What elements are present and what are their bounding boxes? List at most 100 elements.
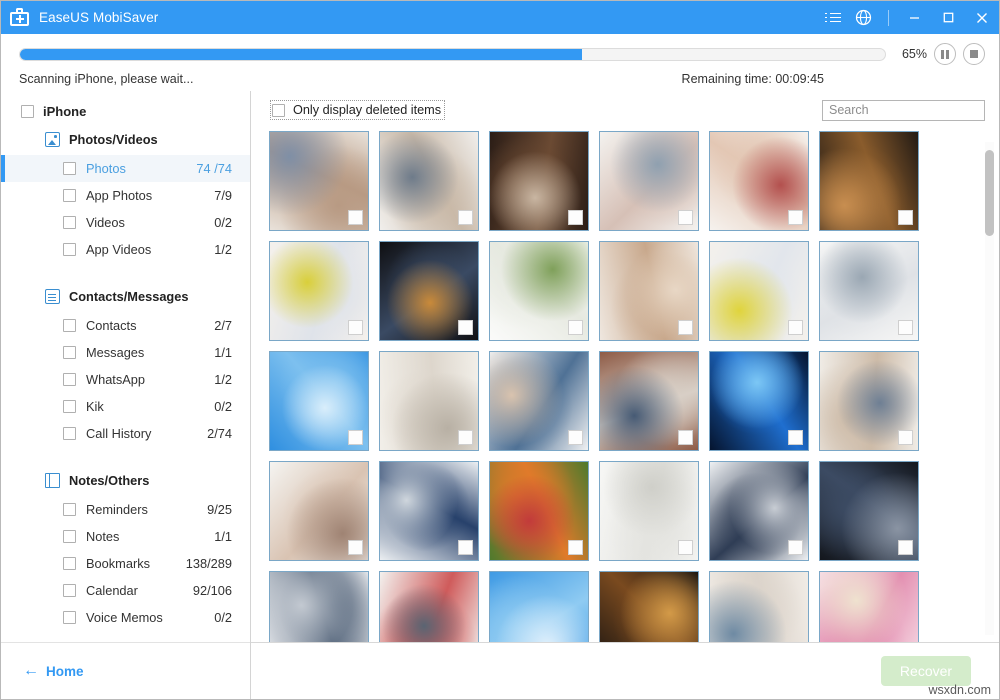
thumbnail-checkbox[interactable] bbox=[568, 430, 583, 445]
thumbnail-item[interactable] bbox=[489, 351, 589, 451]
sidebar-item-contacts[interactable]: Contacts 2/7 bbox=[1, 312, 250, 339]
thumbnail-checkbox[interactable] bbox=[678, 210, 693, 225]
thumbnail-checkbox[interactable] bbox=[348, 320, 363, 335]
thumbnail-checkbox[interactable] bbox=[568, 210, 583, 225]
thumbnail-item[interactable] bbox=[599, 461, 699, 561]
sidebar-item-kik[interactable]: Kik 0/2 bbox=[1, 393, 250, 420]
scrollbar-thumb[interactable] bbox=[985, 150, 994, 236]
thumbnail-checkbox[interactable] bbox=[788, 210, 803, 225]
pause-scan-button[interactable] bbox=[934, 43, 956, 65]
thumbnail-item[interactable] bbox=[599, 241, 699, 341]
thumbnail-checkbox[interactable] bbox=[898, 540, 913, 555]
thumbnail-checkbox[interactable] bbox=[348, 540, 363, 555]
item-checkbox-notes[interactable] bbox=[63, 530, 76, 543]
item-checkbox-app-videos[interactable] bbox=[63, 243, 76, 256]
thumbnail-item[interactable] bbox=[269, 461, 369, 561]
thumbnail-checkbox[interactable] bbox=[788, 430, 803, 445]
sidebar-item-photos[interactable]: Photos 74 /74 bbox=[1, 155, 250, 182]
sidebar-item-calendar[interactable]: Calendar 92/106 bbox=[1, 577, 250, 604]
thumbnail-checkbox[interactable] bbox=[788, 540, 803, 555]
home-button[interactable]: ← Home bbox=[23, 662, 84, 680]
sidebar-item-call-history[interactable]: Call History 2/74 bbox=[1, 420, 250, 447]
item-checkbox-calendar[interactable] bbox=[63, 584, 76, 597]
thumbnail-checkbox[interactable] bbox=[348, 210, 363, 225]
thumbnail-item[interactable] bbox=[269, 241, 369, 341]
thumbnail-checkbox[interactable] bbox=[898, 210, 913, 225]
sidebar-item-reminders[interactable]: Reminders 9/25 bbox=[1, 496, 250, 523]
thumbnail-item[interactable] bbox=[819, 131, 919, 231]
sidebar-item-bookmarks[interactable]: Bookmarks 138/289 bbox=[1, 550, 250, 577]
globe-icon[interactable] bbox=[848, 1, 878, 34]
only-deleted-checkbox[interactable] bbox=[272, 103, 285, 117]
thumbnail-item[interactable] bbox=[379, 461, 479, 561]
thumbnail-checkbox[interactable] bbox=[898, 430, 913, 445]
root-checkbox[interactable] bbox=[21, 104, 34, 118]
thumbnail-item[interactable] bbox=[819, 351, 919, 451]
thumbnail-item[interactable] bbox=[489, 461, 589, 561]
thumbnail-item[interactable] bbox=[599, 351, 699, 451]
item-checkbox-app-photos[interactable] bbox=[63, 189, 76, 202]
sidebar-item-videos[interactable]: Videos 0/2 bbox=[1, 209, 250, 236]
maximize-button[interactable] bbox=[931, 1, 965, 34]
close-button[interactable] bbox=[965, 1, 999, 34]
thumbnail-item[interactable] bbox=[709, 241, 809, 341]
thumbnail-item[interactable] bbox=[379, 241, 479, 341]
sidebar-group-contacts-messages[interactable]: Contacts/Messages bbox=[1, 281, 250, 312]
sidebar-item-voice-memos[interactable]: Voice Memos 0/2 bbox=[1, 604, 250, 631]
item-checkbox-call-history[interactable] bbox=[63, 427, 76, 440]
item-checkbox-whatsapp[interactable] bbox=[63, 373, 76, 386]
thumbnail-checkbox[interactable] bbox=[568, 320, 583, 335]
thumbnail-checkbox[interactable] bbox=[568, 540, 583, 555]
thumbnail-checkbox[interactable] bbox=[458, 320, 473, 335]
thumbnail-checkbox[interactable] bbox=[458, 430, 473, 445]
sidebar-item-notes[interactable]: Notes 1/1 bbox=[1, 523, 250, 550]
thumbnail-item[interactable] bbox=[379, 571, 479, 643]
sidebar-root-iphone[interactable]: iPhone bbox=[1, 98, 250, 124]
thumbnail-checkbox[interactable] bbox=[788, 320, 803, 335]
list-menu-icon[interactable] bbox=[818, 1, 848, 34]
thumbnail-item[interactable] bbox=[489, 571, 589, 643]
thumbnail-item[interactable] bbox=[269, 571, 369, 643]
thumbnail-item[interactable] bbox=[709, 351, 809, 451]
thumbnail-item[interactable] bbox=[489, 241, 589, 341]
thumbnail-checkbox[interactable] bbox=[458, 210, 473, 225]
sidebar-item-messages[interactable]: Messages 1/1 bbox=[1, 339, 250, 366]
item-checkbox-messages[interactable] bbox=[63, 346, 76, 359]
item-checkbox-reminders[interactable] bbox=[63, 503, 76, 516]
thumbnail-item[interactable] bbox=[379, 131, 479, 231]
thumbnail-item[interactable] bbox=[599, 571, 699, 643]
item-checkbox-contacts[interactable] bbox=[63, 319, 76, 332]
thumbnail-item[interactable] bbox=[819, 241, 919, 341]
only-deleted-filter[interactable]: Only display deleted items bbox=[269, 100, 446, 120]
thumbnail-item[interactable] bbox=[489, 131, 589, 231]
thumbnail-item[interactable] bbox=[709, 131, 809, 231]
thumbnail-checkbox[interactable] bbox=[348, 430, 363, 445]
thumbnail-item[interactable] bbox=[709, 571, 809, 643]
sidebar-item-app-photos[interactable]: App Photos 7/9 bbox=[1, 182, 250, 209]
thumbnail-checkbox[interactable] bbox=[678, 540, 693, 555]
item-checkbox-bookmarks[interactable] bbox=[63, 557, 76, 570]
thumbnail-item[interactable] bbox=[269, 351, 369, 451]
search-input[interactable] bbox=[822, 99, 985, 121]
sidebar-item-app-videos[interactable]: App Videos 1/2 bbox=[1, 236, 250, 263]
item-checkbox-kik[interactable] bbox=[63, 400, 76, 413]
thumbnail-item[interactable] bbox=[819, 461, 919, 561]
minimize-button[interactable] bbox=[897, 1, 931, 34]
item-checkbox-photos[interactable] bbox=[63, 162, 76, 175]
item-checkbox-voice-memos[interactable] bbox=[63, 611, 76, 624]
thumbnail-checkbox[interactable] bbox=[898, 320, 913, 335]
thumbnail-scrollbar[interactable] bbox=[985, 142, 994, 635]
sidebar-group-photos-videos[interactable]: Photos/Videos bbox=[1, 124, 250, 155]
thumbnail-checkbox[interactable] bbox=[458, 540, 473, 555]
stop-scan-button[interactable] bbox=[963, 43, 985, 65]
recover-button[interactable]: Recover bbox=[881, 656, 971, 686]
thumbnail-item[interactable] bbox=[269, 131, 369, 231]
thumbnail-item[interactable] bbox=[709, 461, 809, 561]
item-checkbox-videos[interactable] bbox=[63, 216, 76, 229]
sidebar-item-whatsapp[interactable]: WhatsApp 1/2 bbox=[1, 366, 250, 393]
thumbnail-item[interactable] bbox=[819, 571, 919, 643]
thumbnail-checkbox[interactable] bbox=[678, 430, 693, 445]
thumbnail-item[interactable] bbox=[379, 351, 479, 451]
sidebar-group-notes-others[interactable]: Notes/Others bbox=[1, 465, 250, 496]
thumbnail-item[interactable] bbox=[599, 131, 699, 231]
